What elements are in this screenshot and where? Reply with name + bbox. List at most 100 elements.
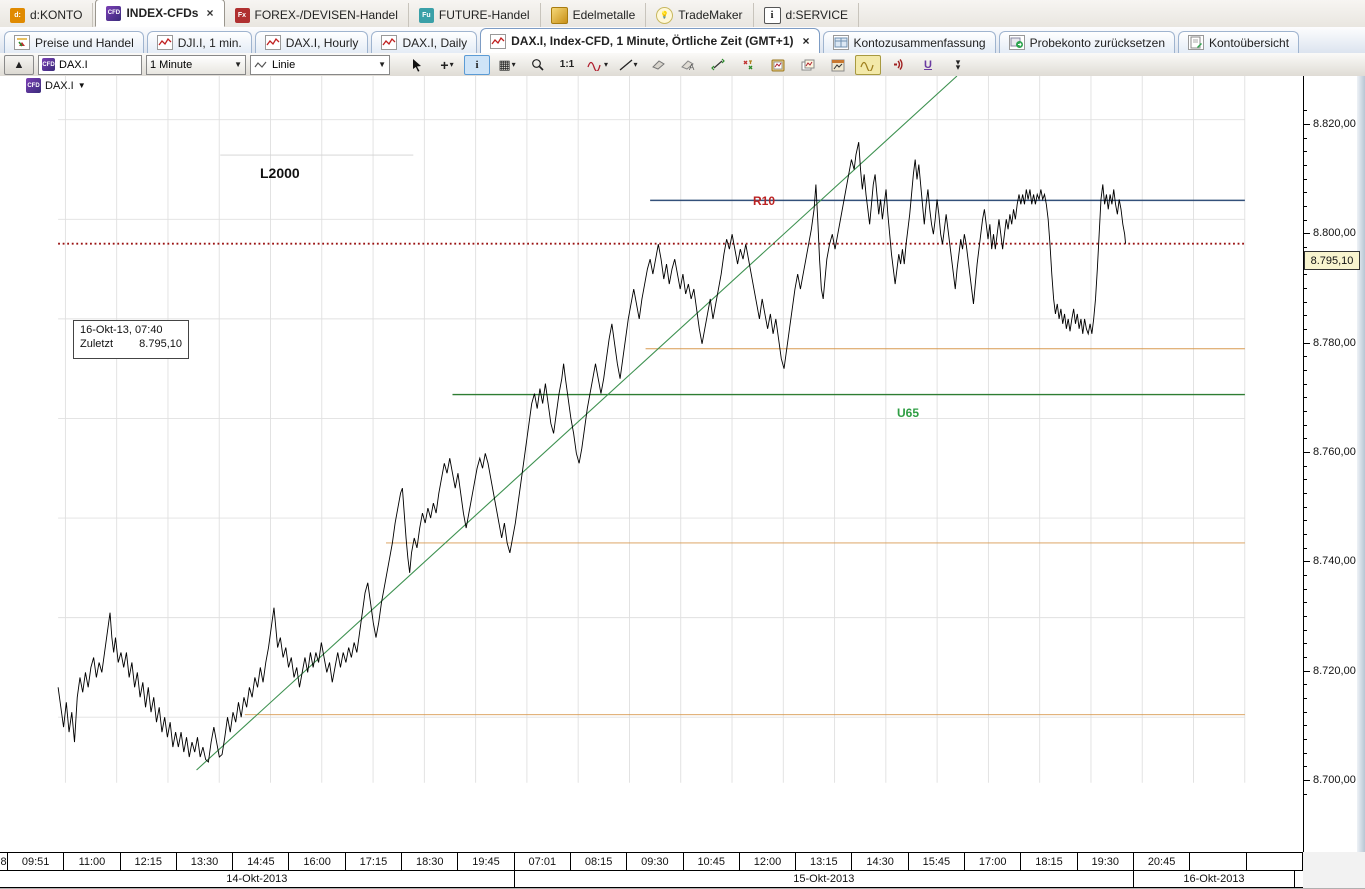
duplicate-chart-button[interactable]: [795, 55, 821, 75]
interval-select[interactable]: 1 Minute ▼: [146, 55, 246, 75]
chart-in-window-button[interactable]: [825, 55, 851, 75]
tab-probekonto-zuruecksetzen[interactable]: Probekonto zurücksetzen: [999, 31, 1175, 53]
draw-line-button[interactable]: ▾: [615, 55, 641, 75]
annotation-l2000[interactable]: L2000: [260, 165, 300, 181]
collapse-panel-button[interactable]: ▲: [4, 55, 34, 75]
tab-dax-1minute-active[interactable]: DAX.I, Index-CFD, 1 Minute, Örtliche Zei…: [480, 28, 819, 53]
axis-major-tick: [1304, 780, 1310, 781]
axis-minor-tick: [1304, 493, 1307, 494]
eraser-icon: [651, 59, 666, 70]
axis-minor-tick: [1304, 712, 1307, 713]
main-tab-bar: d: d:KONTO CFD INDEX-CFDs × Fx FOREX-/DE…: [0, 0, 1365, 28]
eraser-button[interactable]: [645, 55, 671, 75]
axis-minor-tick: [1304, 766, 1307, 767]
underline-button[interactable]: U: [915, 55, 941, 75]
signal-icon: [891, 58, 905, 71]
annotation-r10[interactable]: R10: [753, 194, 775, 208]
chevron-down-icon: ▾: [634, 60, 638, 69]
tab-label: d:KONTO: [30, 8, 82, 22]
tab-edelmetalle[interactable]: Edelmetalle: [541, 3, 647, 27]
axis-minor-tick: [1304, 534, 1307, 535]
chart-type-select[interactable]: Linie ▼: [250, 55, 390, 75]
markers-icon: [741, 58, 755, 71]
eraser-all-icon: A: [680, 59, 696, 71]
info-mode-button[interactable]: i: [464, 55, 490, 75]
axis-minor-tick: [1304, 739, 1307, 740]
chart-legend[interactable]: CFD DAX.I ▼: [26, 78, 86, 93]
axis-major-tick: [1304, 124, 1310, 125]
interval-value: 1 Minute: [150, 59, 192, 71]
tab-trademaker[interactable]: 💡 TradeMaker: [646, 3, 753, 27]
scale-tool-button[interactable]: [705, 55, 731, 75]
tab-dji-1min[interactable]: DJI.I, 1 min.: [147, 31, 252, 53]
axis-minor-tick: [1304, 466, 1307, 467]
tab-label: DAX.I, Index-CFD, 1 Minute, Örtliche Zei…: [511, 34, 793, 48]
axis-minor-tick: [1304, 438, 1307, 439]
tab-kontozusammenfassung[interactable]: Kontozusammenfassung: [823, 31, 996, 53]
tab-dservice[interactable]: i d:SERVICE: [754, 3, 859, 27]
price-line: [58, 142, 1125, 762]
indicator-button[interactable]: ▾: [584, 55, 611, 75]
crosshair-tool-button[interactable]: +▾: [434, 55, 460, 75]
markers-button[interactable]: [735, 55, 761, 75]
price-axis[interactable]: 8.820,008.800,008.780,008.760,008.740,00…: [1303, 76, 1365, 852]
zoom-button[interactable]: [524, 55, 550, 75]
axis-minor-tick: [1304, 384, 1307, 385]
document-icon: [1188, 35, 1204, 50]
cursor-icon: [411, 58, 423, 72]
toolbar-overflow-button[interactable]: ▾▾: [945, 55, 971, 75]
close-icon[interactable]: ×: [802, 34, 809, 48]
grid-settings-button[interactable]: ▦▾: [494, 55, 520, 75]
mini-chart-icon: [265, 35, 281, 50]
reset-icon: [1009, 35, 1025, 50]
close-icon[interactable]: ×: [206, 6, 213, 20]
fx-icon: Fx: [235, 8, 250, 23]
axis-minor-tick: [1304, 507, 1307, 508]
axis-minor-tick: [1304, 643, 1307, 644]
symbol-input[interactable]: CFD DAX.I: [38, 55, 142, 75]
axis-major-tick: [1304, 452, 1310, 453]
chart-toolbar: ▲ CFD DAX.I 1 Minute ▼ Linie ▼ +▾ i ▦▾ 1…: [0, 53, 1365, 76]
cursor-tool-button[interactable]: [404, 55, 430, 75]
expand-arrows-icon: [711, 58, 725, 71]
tab-forex[interactable]: Fx FOREX-/DEVISEN-Handel: [225, 3, 409, 27]
chart-style-button[interactable]: [855, 55, 881, 75]
date-cell: 16-Okt-2013: [1134, 870, 1295, 887]
one-to-one-button[interactable]: 1:1: [554, 55, 580, 75]
time-cell: 16:00: [289, 853, 345, 870]
price-chart-svg[interactable]: [0, 76, 1303, 852]
time-cell: 8: [0, 853, 8, 870]
chevron-down-icon: ▼: [234, 60, 242, 69]
price-axis-label: 8.820,00: [1313, 118, 1356, 130]
tab-index-cfds[interactable]: CFD INDEX-CFDs ×: [95, 0, 224, 27]
axis-minor-tick: [1304, 151, 1307, 152]
chart-plot-area[interactable]: [0, 76, 1303, 852]
time-cell: 11:00: [64, 853, 120, 870]
delete-all-drawings-button[interactable]: A: [675, 55, 701, 75]
time-cell: 14:30: [852, 853, 908, 870]
price-list-icon: [14, 35, 30, 50]
time-cell: 08:15: [571, 853, 627, 870]
date-cell: 14-Okt-2013: [0, 870, 515, 887]
chevron-down-icon: ▾: [450, 60, 454, 69]
window-chart-icon: [830, 58, 846, 72]
table-icon: [833, 35, 849, 50]
time-axis[interactable]: 809:5111:0012:1513:3014:4516:0017:1518:3…: [0, 852, 1303, 888]
axis-major-tick: [1304, 671, 1310, 672]
tooltip-label: Zuletzt: [80, 338, 113, 350]
tab-kontouebersicht[interactable]: Kontoübersicht: [1178, 31, 1299, 53]
time-cell: 18:15: [1021, 853, 1077, 870]
chevron-down-icon[interactable]: ▼: [78, 81, 86, 90]
tab-dax-daily[interactable]: DAX.I, Daily: [371, 31, 477, 53]
mini-chart-icon: [381, 35, 397, 50]
tab-future[interactable]: Fu FUTURE-Handel: [409, 3, 541, 27]
tab-dax-hourly[interactable]: DAX.I, Hourly: [255, 31, 369, 53]
tab-preise-und-handel[interactable]: Preise und Handel: [4, 31, 144, 53]
info-icon: i: [475, 59, 478, 71]
annotation-u65[interactable]: U65: [897, 406, 919, 420]
alerts-button[interactable]: [885, 55, 911, 75]
tooltip-value: 8.795,10: [139, 338, 182, 350]
chevron-down-icon: ▼: [378, 60, 386, 69]
tab-dkonto[interactable]: d: d:KONTO: [0, 3, 93, 27]
copy-chart-button[interactable]: [765, 55, 791, 75]
